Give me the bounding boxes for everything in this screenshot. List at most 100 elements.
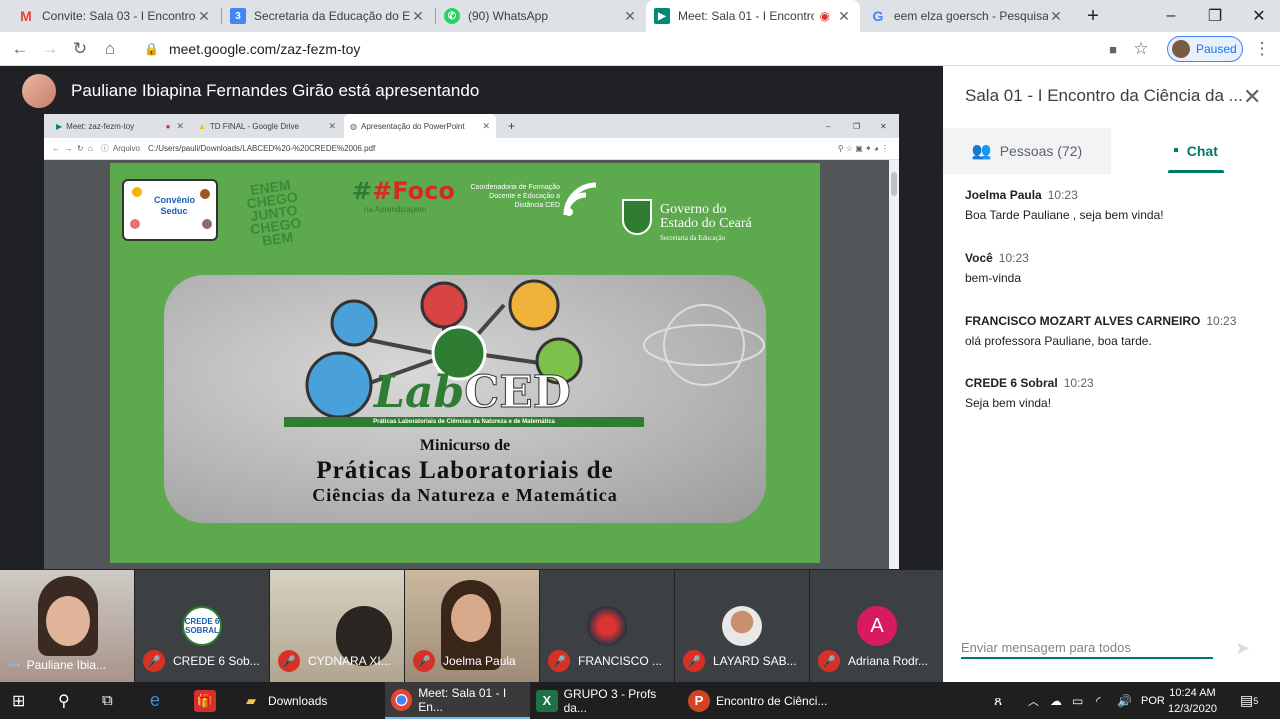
taskbar-powerpoint[interactable]: P Encontro de Ciênci... [688, 682, 833, 719]
home-icon[interactable]: ⌂ [98, 37, 122, 61]
enem-logo: ENEM CHEGO JUNTO CHEGO BEM [245, 176, 303, 249]
chat-input[interactable]: Enviar mensagem para todos [961, 640, 1213, 659]
meet-stage: Pauliane Ibiapina Fernandes Girão está a… [0, 66, 944, 682]
presentation-slide: Convênio Seduc ENEM CHEGO JUNTO CHEGO BE… [110, 163, 820, 563]
battery-icon[interactable]: ▭ [1072, 682, 1083, 719]
people-icon: 👥 [971, 143, 992, 160]
pdf-scrollbar [889, 160, 899, 569]
participant-name: 🎤 CREDE 6 Sob... [143, 650, 260, 672]
participant-tile[interactable]: CREDE 6 SOBRAL 🎤 CREDE 6 Sob... [135, 570, 269, 682]
wifi-icon[interactable]: ◜ [1096, 682, 1101, 719]
search-icon[interactable]: ⚲ [58, 682, 70, 719]
wifi-icon [562, 181, 600, 219]
new-tab-button[interactable]: + [1070, 0, 1116, 32]
chat-message: Joelma Paula 10:23 Boa Tarde Pauliane , s… [965, 188, 1164, 222]
browser-tab-google-search[interactable]: G eem elza goersch - Pesquisa G ✕ [862, 0, 1072, 32]
recording-icon: ◉ [819, 9, 830, 23]
taskbar-excel[interactable]: X GRUPO 3 - Profs da... [536, 682, 681, 719]
back-icon[interactable]: ← [8, 37, 32, 61]
powerpoint-icon: P [688, 689, 710, 712]
language-indicator[interactable]: POR [1141, 682, 1165, 719]
participant-tile[interactable]: A 🎤 Adriana Rodr... [810, 570, 944, 682]
browser-tab-gmail[interactable]: M Convite: Sala 03 - I Encontro d ✕ [10, 0, 220, 32]
reload-icon[interactable]: ↻ [68, 37, 92, 61]
mic-off-icon: 🎤 [683, 650, 705, 672]
participant-tile[interactable]: 🎤 LAYARD SAB... [675, 570, 809, 682]
presenter-text: Pauliane Ibiapina Fernandes Girão está a… [71, 81, 480, 100]
windows-start-icon[interactable]: ⊞ [12, 682, 25, 719]
lock-icon: 🔒 [144, 42, 159, 56]
labced-wordmark: LabCED [374, 367, 571, 419]
volume-icon[interactable]: 🔊 [1117, 682, 1132, 719]
browser-tab-whatsapp[interactable]: ✆ (90) WhatsApp ✕ [436, 0, 646, 32]
ceara-coat-icon [622, 199, 652, 235]
browser-tab-meet[interactable]: ▶ Meet: Sala 01 - I Encontro ◉ ✕ [646, 0, 860, 32]
labced-tagline: Práticas Laboratoriais de Ciências da Na… [284, 417, 644, 427]
chrome-icon [391, 688, 413, 711]
chevron-up-icon[interactable]: ︿ [1028, 682, 1039, 719]
ced-logo: Coordenadoria de Formação Docente e Educ… [470, 184, 561, 209]
more-options-icon: ••• [8, 658, 21, 672]
avatar [587, 606, 627, 646]
notifications-icon[interactable]: ▤ 5 [1240, 682, 1258, 719]
slide-title-line1: Minicurso de [419, 437, 511, 454]
profile-paused-button[interactable]: Paused [1167, 36, 1243, 62]
excel-icon: X [536, 689, 558, 712]
window-close-button[interactable]: ✕ [1236, 0, 1280, 32]
task-view-icon[interactable]: ⧉ [102, 682, 113, 719]
whatsapp-icon: ✆ [444, 8, 460, 24]
send-icon[interactable]: ➤ [1235, 638, 1250, 659]
chat-icon: ▪ [1173, 142, 1179, 159]
mic-off-icon: 🎤 [548, 650, 570, 672]
participant-name: 🎤 Joelma Paula [413, 650, 516, 672]
people-icon[interactable]: ጸ [994, 682, 1002, 719]
avatar [722, 606, 762, 646]
foco-logo: ##Foco na Aprendizagem [352, 177, 455, 214]
participant-tile[interactable]: 🎤 CYDNARA XI... [270, 570, 404, 682]
close-icon[interactable]: ✕ [1243, 84, 1261, 110]
close-icon[interactable]: ✕ [836, 8, 852, 25]
store-icon[interactable]: 🎁 [194, 682, 222, 719]
close-icon[interactable]: ✕ [1048, 8, 1064, 25]
participant-tile[interactable]: 🎤 Joelma Paula [405, 570, 539, 682]
crede-avatar: CREDE 6 SOBRAL [182, 606, 222, 646]
participant-tile[interactable]: 🎤 FRANCISCO ... [540, 570, 674, 682]
participant-name: ••• Pauliane Ibia... [8, 658, 106, 672]
participant-name: 🎤 CYDNARA XI... [278, 650, 391, 672]
chat-message: CREDE 6 Sobral 10:23 Seja bem vinda! [965, 376, 1094, 410]
address-bar[interactable]: 🔒 meet.google.com/zaz-fezm-toy [130, 37, 1150, 61]
shared-tab: ▲ TD FINAL - Google Drive ✕ [198, 120, 336, 131]
maximize-button[interactable]: ❐ [1192, 0, 1238, 32]
forward-icon[interactable]: → [38, 37, 62, 61]
minimize-button[interactable]: – [1148, 0, 1194, 32]
taskbar-chrome-meet[interactable]: Meet: Sala 01 - I En... [385, 682, 530, 719]
bookmark-star-icon[interactable]: ☆ [1129, 37, 1153, 61]
close-icon[interactable]: ✕ [410, 8, 426, 25]
chat-message: FRANCISCO MOZART ALVES CARNEIRO 10:23 olá… [965, 314, 1237, 348]
presenter-avatar [22, 74, 56, 108]
browser-tab-secretaria[interactable]: 3 Secretaria da Educação do Esta ✕ [222, 0, 434, 32]
tab-people[interactable]: 👥 Pessoas (72) [943, 128, 1111, 174]
shared-screen: ▶ Meet: zaz-fezm-toy ● ✕ ▲ TD FINAL - Googl… [44, 114, 899, 569]
shared-tab-strip: ▶ Meet: zaz-fezm-toy ● ✕ ▲ TD FINAL - Googl… [44, 114, 899, 138]
mic-off-icon: 🎤 [143, 650, 165, 672]
side-panel: Sala 01 - I Encontro da Ciência da ... ✕… [943, 66, 1280, 682]
taskbar-downloads[interactable]: ▰ Downloads [240, 682, 375, 719]
google-icon: G [872, 8, 884, 24]
edge-icon[interactable]: e [150, 682, 160, 719]
panel-title: Sala 01 - I Encontro da Ciência da ... [965, 86, 1243, 105]
shared-tab-active: ◍ Apresentação do PowerPoint ✕ [344, 114, 496, 138]
clock[interactable]: 10:24 AM 12/3/2020 [1168, 685, 1217, 717]
participant-tile[interactable]: ••• Pauliane Ibia... [0, 570, 134, 682]
camera-icon[interactable]: ■ [1101, 37, 1125, 61]
participant-name: 🎤 FRANCISCO ... [548, 650, 662, 672]
menu-kebab-icon[interactable]: ⋮ [1250, 37, 1274, 61]
sheets-icon: 3 [230, 8, 246, 24]
gmail-icon: M [20, 8, 32, 24]
governo-ceara-logo: Governo do Estado do Ceará Secretaria da… [660, 202, 752, 243]
tab-chat[interactable]: ▪ Chat [1111, 128, 1280, 174]
cloud-icon[interactable]: ☁ [1050, 682, 1062, 719]
close-icon[interactable]: ✕ [622, 8, 638, 25]
meet-icon: ▶ [654, 8, 670, 24]
close-icon[interactable]: ✕ [196, 8, 212, 25]
